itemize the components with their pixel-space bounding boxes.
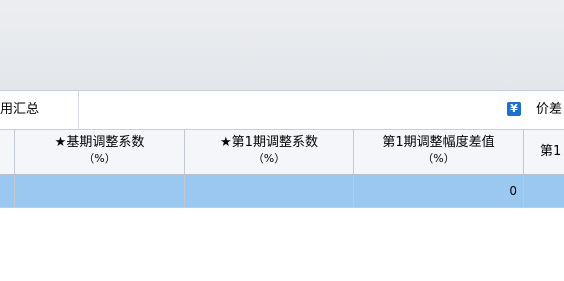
table-row[interactable]: 0 — [0, 175, 564, 208]
header-label: 第1期调整幅度差值 — [382, 135, 495, 150]
table-header: ★基期调整系数 （%） ★第1期调整系数 （%） 第1期调整幅度差值 （%） 第… — [0, 130, 564, 175]
ribbon-area — [0, 0, 564, 91]
table-cell[interactable] — [15, 175, 185, 207]
header-label: ★基期调整系数 — [54, 135, 145, 150]
summary-tab[interactable]: 用汇总 — [0, 91, 79, 129]
header-period1-next[interactable]: 第1 — [524, 130, 564, 174]
table-cell[interactable] — [185, 175, 354, 207]
table-cell[interactable] — [524, 175, 564, 207]
toolbar: 用汇总 ¥ 价差 — [0, 91, 564, 130]
table-cell[interactable] — [0, 175, 15, 207]
yen-icon[interactable]: ¥ — [507, 102, 521, 116]
header-label: 第1 — [540, 144, 562, 159]
header-period1-range-diff[interactable]: 第1期调整幅度差值 （%） — [354, 130, 524, 174]
header-cell-blank — [0, 130, 15, 174]
price-diff-label[interactable]: 价差 — [536, 91, 562, 129]
header-unit: （%） — [83, 152, 116, 165]
header-period1-adjust-coef[interactable]: ★第1期调整系数 （%） — [185, 130, 354, 174]
header-label: ★第1期调整系数 — [220, 135, 318, 150]
header-unit: （%） — [252, 152, 286, 165]
header-base-adjust-coef[interactable]: ★基期调整系数 （%） — [15, 130, 185, 174]
header-unit: （%） — [422, 152, 455, 165]
table-cell[interactable]: 0 — [354, 175, 524, 207]
